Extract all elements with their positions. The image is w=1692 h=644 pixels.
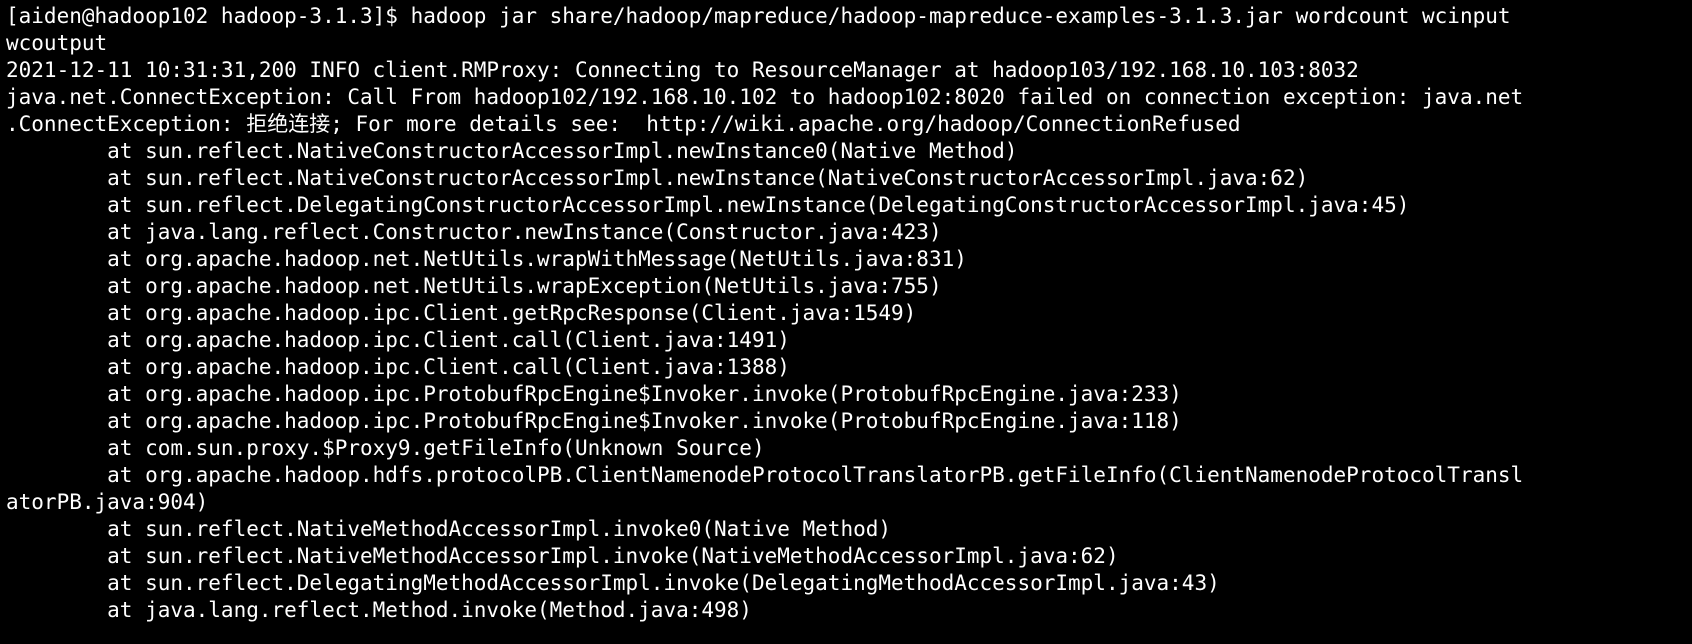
output-line: at java.lang.reflect.Constructor.newInst… bbox=[6, 220, 942, 244]
output-line: atorPB.java:904) bbox=[6, 490, 209, 514]
output-line: at sun.reflect.NativeConstructorAccessor… bbox=[6, 139, 1018, 163]
output-line: at org.apache.hadoop.ipc.Client.call(Cli… bbox=[6, 328, 790, 352]
output-line: .ConnectException: 拒绝连接; For more detail… bbox=[6, 112, 1241, 136]
terminal-output: [aiden@hadoop102 hadoop-3.1.3]$ hadoop j… bbox=[6, 3, 1692, 624]
output-line: at java.lang.reflect.Method.invoke(Metho… bbox=[6, 598, 752, 622]
output-line: at org.apache.hadoop.ipc.Client.call(Cli… bbox=[6, 355, 790, 379]
output-line: at org.apache.hadoop.net.NetUtils.wrapWi… bbox=[6, 247, 967, 271]
output-line: java.net.ConnectException: Call From had… bbox=[6, 85, 1524, 109]
output-line: at sun.reflect.NativeMethodAccessorImpl.… bbox=[6, 544, 1119, 568]
output-line: 2021-12-11 10:31:31,200 INFO client.RMPr… bbox=[6, 58, 1359, 82]
output-line: at com.sun.proxy.$Proxy9.getFileInfo(Unk… bbox=[6, 436, 765, 460]
output-line: at sun.reflect.NativeConstructorAccessor… bbox=[6, 166, 1309, 190]
output-line: wcoutput bbox=[6, 31, 108, 55]
output-line: at sun.reflect.DelegatingConstructorAcce… bbox=[6, 193, 1410, 217]
command-line: [aiden@hadoop102 hadoop-3.1.3]$ hadoop j… bbox=[6, 4, 1511, 28]
output-line: at org.apache.hadoop.ipc.ProtobufRpcEngi… bbox=[6, 382, 1182, 406]
output-line: at org.apache.hadoop.ipc.ProtobufRpcEngi… bbox=[6, 409, 1182, 433]
output-line: at org.apache.hadoop.hdfs.protocolPB.Cli… bbox=[6, 463, 1524, 487]
output-line: at sun.reflect.NativeMethodAccessorImpl.… bbox=[6, 517, 892, 541]
output-line: at org.apache.hadoop.net.NetUtils.wrapEx… bbox=[6, 274, 942, 298]
output-line: at org.apache.hadoop.ipc.Client.getRpcRe… bbox=[6, 301, 917, 325]
terminal-window[interactable]: [aiden@hadoop102 hadoop-3.1.3]$ hadoop j… bbox=[0, 0, 1692, 644]
output-line: at sun.reflect.DelegatingMethodAccessorI… bbox=[6, 571, 1220, 595]
